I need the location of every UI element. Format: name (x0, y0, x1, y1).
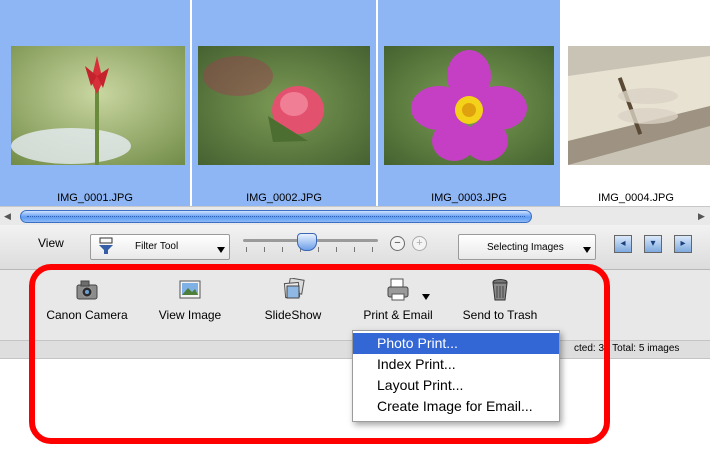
slider-knob[interactable] (297, 233, 317, 251)
next-image-button[interactable]: ▸ (674, 235, 692, 253)
menu-item-create-image-for-email[interactable]: Create Image for Email... (353, 396, 559, 417)
thumbnail-strip: IMG_0001.JPG IMG_0002.JPG IMG_0003.JPG I… (0, 0, 710, 212)
dropdown-arrow-icon (217, 247, 225, 253)
filter-tool-label: Filter Tool (135, 241, 179, 252)
zoom-out-icon[interactable]: − (390, 236, 405, 251)
view-label: View (38, 236, 64, 250)
select-image-button[interactable]: ▾ (644, 235, 662, 253)
zoom-in-icon[interactable]: + (412, 236, 427, 251)
selecting-images-label: Selecting Images (487, 242, 564, 253)
photo-purple-cosmos (384, 46, 554, 165)
menu-item-layout-print[interactable]: Layout Print... (353, 375, 559, 396)
scrollbar-thumb[interactable] (20, 210, 532, 223)
print-email-menu: Photo Print... Index Print... Layout Pri… (352, 330, 560, 422)
scroll-left-icon[interactable]: ◀ (4, 211, 11, 222)
photo-dragonfly (568, 46, 710, 165)
thumbnail-4[interactable]: IMG_0004.JPG (562, 0, 710, 212)
menu-item-index-print[interactable]: Index Print... (353, 354, 559, 375)
thumbnail-1[interactable]: IMG_0001.JPG (0, 0, 190, 212)
filter-tool-dropdown[interactable]: Filter Tool (90, 234, 230, 260)
thumbnail-3[interactable]: IMG_0003.JPG (378, 0, 560, 212)
scroll-right-icon[interactable]: ▶ (698, 211, 705, 222)
thumbnail-filename: IMG_0002.JPG (246, 192, 322, 204)
thumbnail-filename: IMG_0003.JPG (431, 192, 507, 204)
menu-item-photo-print[interactable]: Photo Print... (353, 333, 559, 354)
photo-red-bud (11, 46, 185, 165)
thumbnail-filename: IMG_0004.JPG (598, 192, 674, 204)
thumbnail-scrollbar[interactable]: ◀ ▶ (0, 206, 710, 226)
thumbnail-filename: IMG_0001.JPG (57, 192, 133, 204)
filter-icon (97, 237, 117, 258)
previous-image-button[interactable]: ◂ (614, 235, 632, 253)
selecting-images-dropdown[interactable]: Selecting Images (458, 234, 596, 260)
thumbnail-2[interactable]: IMG_0002.JPG (192, 0, 376, 212)
photo-pink-rose (198, 46, 370, 165)
dropdown-arrow-icon (583, 247, 591, 253)
